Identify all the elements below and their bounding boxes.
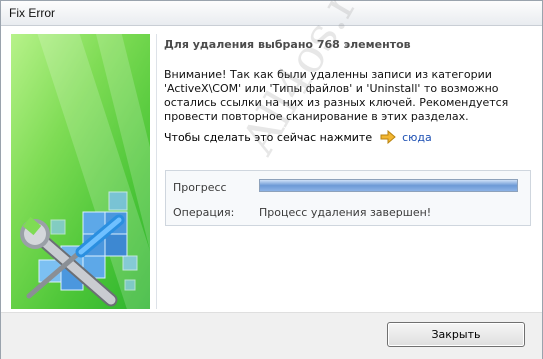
- arrow-right-icon: [380, 130, 396, 144]
- progress-bar: [259, 179, 518, 192]
- window-title: Fix Error: [9, 6, 55, 20]
- panel-divider: [156, 34, 157, 309]
- rescan-prompt: Чтобы сделать это сейчас нажмите сюда: [164, 129, 432, 145]
- dialog-body: Для удаления выбрано 768 элементов Внима…: [1, 0, 542, 312]
- registry-wrench-icon: [20, 191, 138, 307]
- dialog-footer: Закрыть: [1, 312, 542, 359]
- registry-tools-illustration: [11, 34, 150, 309]
- rescan-prompt-text: Чтобы сделать это сейчас нажмите: [164, 130, 373, 144]
- page-title: Для удаления выбрано 768 элементов: [164, 38, 411, 51]
- title-bar[interactable]: Fix Error: [1, 1, 542, 26]
- progress-bar-fill: [260, 180, 517, 191]
- warning-message: Внимание! Так как были удаленны записи и…: [164, 68, 509, 123]
- close-button[interactable]: Закрыть: [387, 322, 525, 347]
- progress-label: Прогресс: [173, 181, 227, 194]
- progress-panel: Прогресс Операция: Процесс удаления заве…: [165, 170, 531, 226]
- operation-label: Операция:: [173, 206, 235, 219]
- fix-error-dialog: Fix Error Для удаления выбрано 768 элеме…: [0, 0, 543, 359]
- operation-status: Процесс удаления завершен!: [259, 206, 432, 219]
- rescan-link[interactable]: сюда: [402, 131, 432, 144]
